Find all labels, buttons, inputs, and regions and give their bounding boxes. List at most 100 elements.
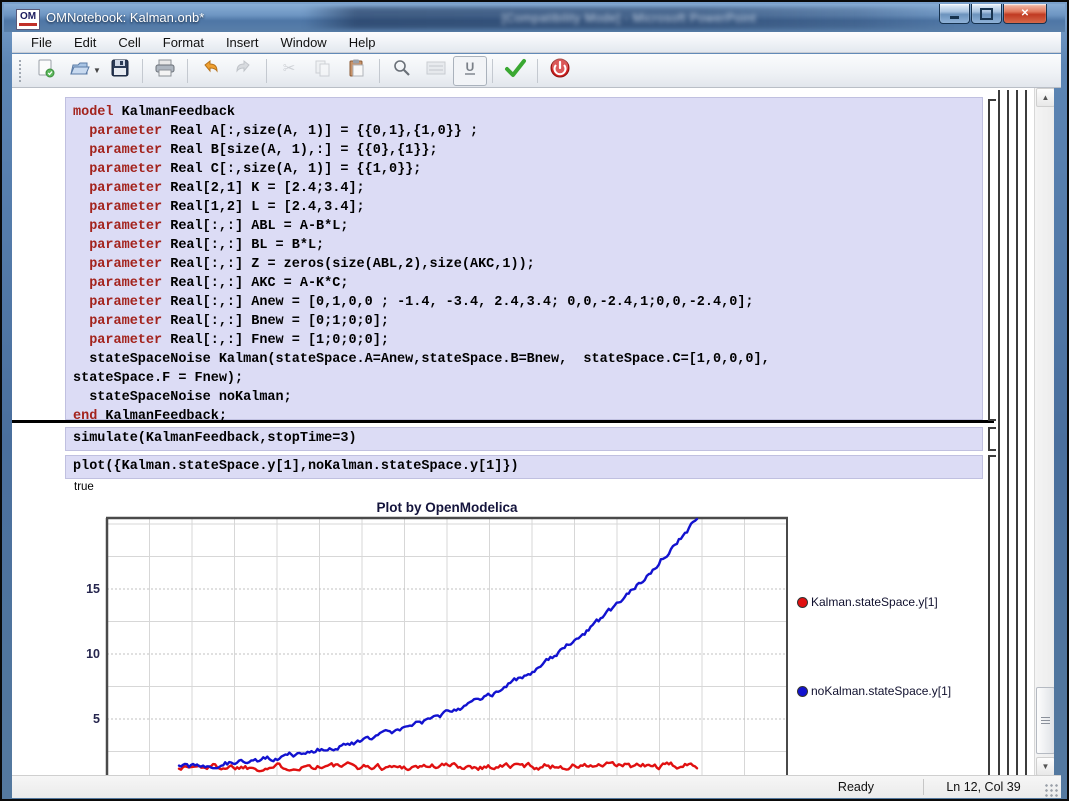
code-line: parameter Real A[:,size(A, 1)] = {{0,1},… bbox=[73, 122, 982, 141]
legend-item-kalman: Kalman.stateSpace.y[1] bbox=[797, 595, 938, 609]
legend-swatch-red bbox=[797, 597, 808, 608]
cut-button[interactable]: ✂ bbox=[272, 56, 306, 86]
chart-title: Plot by OpenModelica bbox=[107, 500, 787, 515]
code-line: parameter Real[:,:] Z = zeros(size(ABL,2… bbox=[73, 255, 982, 274]
group-bracket-line bbox=[1016, 90, 1018, 775]
menu-item-window[interactable]: Window bbox=[269, 33, 337, 52]
code-line: parameter Real[:,:] Anew = [0,1,0,0 ; -1… bbox=[73, 293, 982, 312]
code-line: parameter Real[1,2] L = [2.4,3.4]; bbox=[73, 198, 982, 217]
redo-button[interactable] bbox=[227, 56, 261, 86]
output-cell[interactable]: true bbox=[74, 481, 94, 493]
underline-button[interactable]: U bbox=[453, 56, 487, 86]
menu-item-cell[interactable]: Cell bbox=[107, 33, 151, 52]
code-line: parameter Real[:,:] AKC = A-K*C; bbox=[73, 274, 982, 293]
new-button[interactable] bbox=[29, 56, 63, 86]
cut-icon: ✂ bbox=[279, 58, 299, 83]
notebook-document: model KalmanFeedback parameter Real A[:,… bbox=[12, 88, 1054, 775]
toolbar-separator bbox=[187, 59, 188, 83]
print-icon bbox=[154, 58, 176, 83]
cell-bracket-simulate[interactable] bbox=[988, 427, 996, 451]
code-line: parameter Real[:,:] Bnew = [0;1;0;0]; bbox=[73, 312, 982, 331]
title-bar[interactable]: [Compatibility Mode] - Microsoft PowerPo… bbox=[4, 4, 1065, 32]
status-ready: Ready bbox=[789, 780, 923, 794]
code-line: parameter Real[2,1] K = [2.4;3.4]; bbox=[73, 179, 982, 198]
scroll-up-button[interactable]: ▲ bbox=[1036, 88, 1054, 107]
code-line: stateSpace.F = Fnew); bbox=[73, 369, 982, 388]
group-bracket-line bbox=[998, 90, 1000, 775]
save-button[interactable] bbox=[103, 56, 137, 86]
code-line: stateSpaceNoise noKalman; bbox=[73, 388, 982, 407]
cell-bracket-plot-group[interactable] bbox=[988, 455, 996, 775]
evaluate-check-icon bbox=[503, 57, 527, 84]
toolbar-separator bbox=[492, 59, 493, 83]
background-window-title: [Compatibility Mode] - Microsoft PowerPo… bbox=[304, 7, 954, 29]
redo-icon bbox=[234, 58, 254, 83]
legend-item-nokalman: noKalman.stateSpace.y[1] bbox=[797, 684, 951, 698]
undo-icon bbox=[200, 58, 220, 83]
open-button[interactable] bbox=[63, 56, 97, 86]
evaluate-button[interactable] bbox=[498, 56, 532, 86]
menu-bar: FileEditCellFormatInsertWindowHelp bbox=[12, 32, 1061, 53]
window-title: OMNotebook: Kalman.onb* bbox=[46, 10, 204, 25]
svg-text:U: U bbox=[466, 60, 475, 74]
search-icon bbox=[392, 58, 412, 83]
shutdown-button[interactable] bbox=[543, 56, 577, 86]
vertical-scrollbar[interactable]: ▲ ▼ bbox=[1034, 88, 1054, 775]
legend-label: Kalman.stateSpace.y[1] bbox=[811, 595, 938, 609]
menu-item-edit[interactable]: Edit bbox=[63, 33, 107, 52]
simulate-cell[interactable]: simulate(KalmanFeedback,stopTime=3) bbox=[65, 427, 983, 451]
group-bracket-line bbox=[1007, 90, 1009, 775]
menu-item-file[interactable]: File bbox=[20, 33, 63, 52]
menu-item-insert[interactable]: Insert bbox=[215, 33, 270, 52]
menu-item-format[interactable]: Format bbox=[152, 33, 215, 52]
legend-label: noKalman.stateSpace.y[1] bbox=[811, 684, 951, 698]
scroll-down-button[interactable]: ▼ bbox=[1036, 757, 1054, 775]
paste-button[interactable] bbox=[340, 56, 374, 86]
scroll-thumb[interactable] bbox=[1036, 687, 1054, 754]
print-button[interactable] bbox=[148, 56, 182, 86]
maximize-button[interactable] bbox=[971, 4, 1002, 24]
toolbar-separator bbox=[537, 59, 538, 83]
code-line: model KalmanFeedback bbox=[73, 103, 982, 122]
code-line: parameter Real[:,:] Fnew = [1;0;0;0]; bbox=[73, 331, 982, 350]
legend-swatch-blue bbox=[797, 686, 808, 697]
search-button[interactable] bbox=[385, 56, 419, 86]
cell-insertion-cursor[interactable] bbox=[12, 420, 994, 423]
minimize-button[interactable] bbox=[939, 4, 970, 24]
toolbar-separator bbox=[266, 59, 267, 83]
code-line: parameter Real[:,:] BL = B*L; bbox=[73, 236, 982, 255]
window: [Compatibility Mode] - Microsoft PowerPo… bbox=[0, 0, 1069, 801]
underline-icon: U bbox=[460, 58, 480, 83]
open-dropdown-icon[interactable]: ▼ bbox=[93, 66, 101, 75]
toolbar-separator bbox=[142, 59, 143, 83]
resize-grip[interactable] bbox=[1043, 782, 1059, 798]
plot-command-cell[interactable]: plot({Kalman.stateSpace.y[1],noKalman.st… bbox=[65, 455, 983, 479]
status-bar: Ready Ln 12, Col 39 bbox=[12, 775, 1061, 798]
code-cell[interactable]: model KalmanFeedback parameter Real A[:,… bbox=[65, 97, 983, 420]
status-cursor-position: Ln 12, Col 39 bbox=[924, 780, 1043, 794]
code-line: parameter Real B[size(A, 1),:] = {{0},{1… bbox=[73, 141, 982, 160]
toolbar-drag-handle[interactable] bbox=[18, 59, 23, 83]
code-line: parameter Real C[:,size(A, 1)] = {{1,0}}… bbox=[73, 160, 982, 179]
close-button[interactable]: ✕ bbox=[1003, 4, 1047, 24]
code-line: stateSpaceNoise Kalman(stateSpace.A=Anew… bbox=[73, 350, 982, 369]
toolbar-separator bbox=[379, 59, 380, 83]
chart: Plot by OpenModelica 51015 Kalman.stateS… bbox=[62, 502, 982, 775]
svg-text:✂: ✂ bbox=[283, 60, 296, 77]
copy-icon bbox=[313, 58, 333, 83]
image-button[interactable] bbox=[419, 56, 453, 86]
toolbar: ▼ ✂ U bbox=[12, 54, 1061, 88]
open-folder-icon bbox=[69, 58, 91, 83]
menu-item-help[interactable]: Help bbox=[338, 33, 387, 52]
copy-button[interactable] bbox=[306, 56, 340, 86]
y-axis-tick-label: 15 bbox=[86, 582, 100, 596]
cell-bracket-code[interactable] bbox=[988, 99, 996, 421]
undo-button[interactable] bbox=[193, 56, 227, 86]
code-line: parameter Real[:,:] ABL = A-B*L; bbox=[73, 217, 982, 236]
series-line-0 bbox=[179, 762, 697, 771]
paste-icon bbox=[347, 58, 367, 83]
new-document-icon bbox=[36, 58, 56, 83]
plot-canvas: 51015 bbox=[62, 502, 982, 775]
shutdown-icon bbox=[549, 57, 571, 84]
y-axis-tick-label: 5 bbox=[93, 712, 100, 726]
